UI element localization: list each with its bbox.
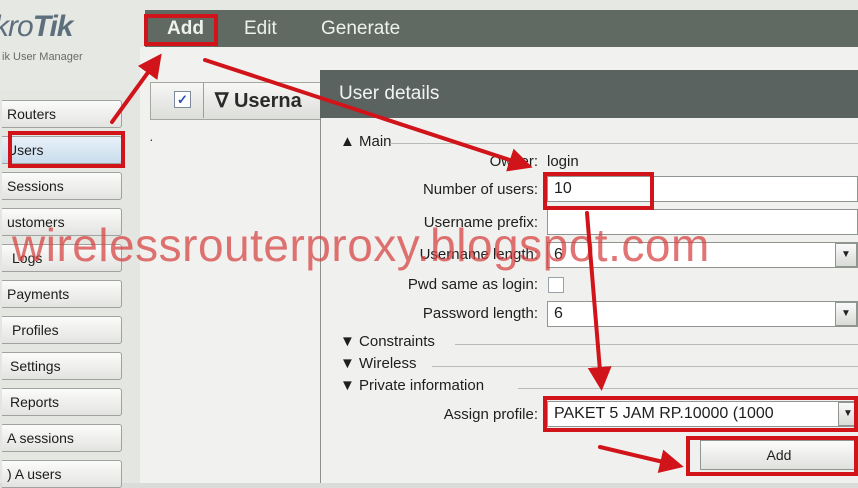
arrow-users-to-add [110,53,162,124]
arrow-to-add-button [598,445,684,473]
arrow-number-to-profile [585,211,612,391]
annotation-arrows [110,53,684,473]
arrow-add-to-number [203,58,533,172]
